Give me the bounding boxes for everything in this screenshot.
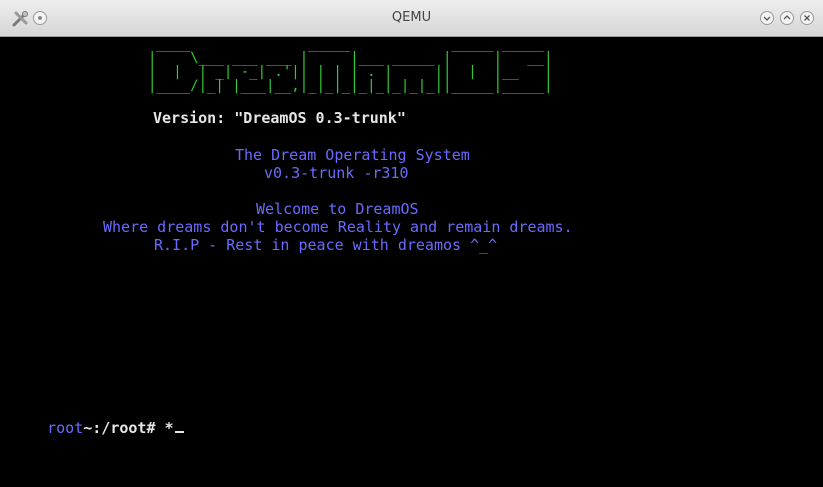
text-cursor <box>174 431 184 433</box>
shell-prompt[interactable]: root~:/root# * <box>11 401 184 455</box>
window-titlebar[interactable]: QEMU <box>0 0 823 37</box>
window-title: QEMU <box>391 10 432 25</box>
dreamos-ascii-logo: ____ _____ _____ _____ | \___ ___ ___ | … <box>148 37 553 94</box>
welcome-line: Welcome to DreamOS <box>256 200 419 218</box>
rip-line: R.I.P - Rest in peace with dreamos ^_^ <box>154 236 498 254</box>
vm-display[interactable]: ____ _____ _____ _____ | \___ ___ ___ | … <box>0 37 823 487</box>
version-line: Version: "DreamOS 0.3-trunk" <box>153 109 406 127</box>
tagline-line: Where dreams don't become Reality and re… <box>103 218 573 236</box>
os-revision: v0.3-trunk -r310 <box>264 164 409 182</box>
close-icon[interactable] <box>800 11 814 25</box>
minimize-icon[interactable] <box>760 11 774 25</box>
maximize-icon[interactable] <box>780 11 794 25</box>
prompt-user: root <box>47 419 84 437</box>
prompt-path: ~:/root# <box>83 419 165 437</box>
os-subtitle: The Dream Operating System <box>235 146 470 164</box>
command-input[interactable]: * <box>165 419 174 437</box>
